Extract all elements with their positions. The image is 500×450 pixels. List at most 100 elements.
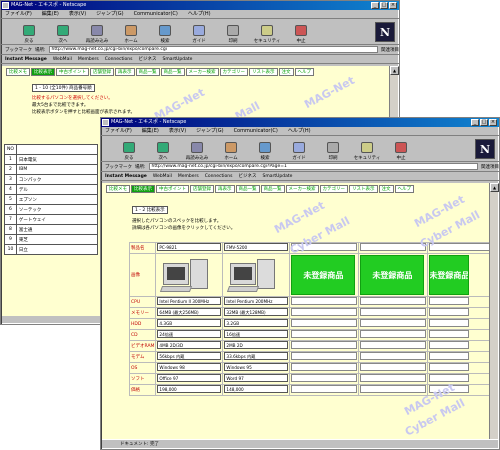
desktop-pc-image[interactable] <box>224 255 288 295</box>
menu-edit[interactable]: 編集(E) <box>42 10 59 18</box>
minimize-button[interactable]: _ <box>371 2 379 9</box>
link-members[interactable]: Members <box>178 174 199 179</box>
reload-button[interactable]: 再読み込み <box>83 20 111 44</box>
tab-product-list-2[interactable]: 商品一覧 <box>160 68 185 76</box>
link-webmail[interactable]: WebMail <box>153 174 172 179</box>
list-item[interactable]: 7 ゲートウェイ <box>4 214 99 225</box>
back-button[interactable]: 戻る <box>15 20 43 44</box>
menu-communicator[interactable]: Communicator(C) <box>134 10 178 18</box>
link-webmail[interactable]: WebMail <box>53 57 72 62</box>
list-item[interactable]: 4 デル <box>4 184 99 195</box>
row-label: CPU <box>128 296 157 308</box>
print-button[interactable]: 印刷 <box>319 137 347 161</box>
tab-used-points[interactable]: 中古ポイント <box>156 185 189 193</box>
related-button[interactable]: 関連項目 <box>381 47 399 53</box>
reload-button[interactable]: 再読み込み <box>183 137 211 161</box>
link-smartupdate[interactable]: SmartUpdate <box>163 57 193 62</box>
menu-edit[interactable]: 編集(E) <box>142 127 159 135</box>
security-button[interactable]: セキュリティ <box>253 20 281 44</box>
search-button[interactable]: 検索 <box>151 20 179 44</box>
scroll-up-arrow-icon[interactable]: ▲ <box>390 66 399 75</box>
watermark: MAG-Net <box>272 198 327 237</box>
guide-button[interactable]: ガイド <box>285 137 313 161</box>
tab-memo[interactable]: 比較メモ <box>6 68 30 76</box>
list-item[interactable]: 10 日立 <box>4 244 99 255</box>
tab-store-register[interactable]: 店舗登録 <box>190 185 214 193</box>
list-item[interactable]: 5 エプソン <box>4 194 99 205</box>
page-select[interactable]: 1 - 10 (全10件) 商品番号順 <box>32 84 95 92</box>
tab-list-view[interactable]: リスト表示 <box>349 185 378 193</box>
url-field[interactable]: http://www.mag-net.co.jp/cgi-bin/expo/co… <box>148 163 478 170</box>
tab-product-list[interactable]: 商品一覧 <box>235 185 260 193</box>
bookmarks-button[interactable]: ブックマーク <box>105 164 132 170</box>
close-button[interactable]: × <box>489 119 497 126</box>
forward-button[interactable]: 次へ <box>49 20 77 44</box>
desktop-pc-image[interactable] <box>157 255 221 295</box>
tab-list-view[interactable]: リスト表示 <box>249 68 278 76</box>
link-business[interactable]: ビジネス <box>139 56 157 62</box>
tab-product-list-2[interactable]: 商品一覧 <box>260 185 285 193</box>
related-button[interactable]: 関連項目 <box>481 164 499 170</box>
link-members[interactable]: Members <box>78 57 99 62</box>
tab-used-points[interactable]: 中古ポイント <box>56 68 89 76</box>
stop-button[interactable]: 中止 <box>387 137 415 161</box>
tab-store-register[interactable]: 店舗登録 <box>90 68 114 76</box>
bookmarks-button[interactable]: ブックマーク <box>5 47 32 53</box>
menu-view[interactable]: 表示(V) <box>169 127 186 135</box>
tab-help[interactable]: ヘルプ <box>294 68 314 76</box>
menu-help[interactable]: ヘルプ(H) <box>288 127 311 135</box>
unregistered-product-placeholder: 未登録商品 <box>291 255 356 295</box>
guide-button[interactable]: ガイド <box>185 20 213 44</box>
close-button[interactable]: × <box>389 2 397 9</box>
maximize-button[interactable]: □ <box>380 2 388 9</box>
menu-view[interactable]: 表示(V) <box>69 10 86 18</box>
link-instant-message[interactable]: Instant Message <box>105 174 147 179</box>
link-instant-message[interactable]: Instant Message <box>5 57 47 62</box>
stop-button[interactable]: 中止 <box>287 20 315 44</box>
tab-category[interactable]: カテゴリー <box>219 68 248 76</box>
home-button[interactable]: ホーム <box>217 137 245 161</box>
back-title-bar[interactable]: MAG-Net - エキスポ - Netscape _ □ × <box>1 1 399 10</box>
forward-button[interactable]: 次へ <box>149 137 177 161</box>
minimize-button[interactable]: _ <box>471 119 479 126</box>
scroll-up-arrow-icon[interactable]: ▲ <box>490 183 499 192</box>
search-button[interactable]: 検索 <box>251 137 279 161</box>
tab-category[interactable]: カテゴリー <box>319 185 348 193</box>
menu-go[interactable]: ジャンプ(G) <box>96 10 123 18</box>
tab-compare[interactable]: 比較表示 <box>31 68 55 76</box>
link-business[interactable]: ビジネス <box>239 173 257 179</box>
tab-maker-search[interactable]: メーカー検索 <box>185 68 219 76</box>
list-item[interactable]: 6 ソーテック <box>4 204 99 215</box>
page-select[interactable]: 1 - 2 比較表示 <box>132 206 168 214</box>
list-item[interactable]: 2 IBM <box>4 164 99 175</box>
back-button[interactable]: 戻る <box>115 137 143 161</box>
menu-file[interactable]: ファイル(F) <box>5 10 32 18</box>
list-item[interactable]: 9 東芝 <box>4 234 99 245</box>
tab-order[interactable]: 注文 <box>378 185 394 193</box>
tab-redisplay[interactable]: 再表示 <box>215 185 235 193</box>
home-button[interactable]: ホーム <box>117 20 145 44</box>
tab-redisplay[interactable]: 再表示 <box>115 68 135 76</box>
tab-help[interactable]: ヘルプ <box>394 185 414 193</box>
list-item[interactable]: 8 富士通 <box>4 224 99 235</box>
link-connections[interactable]: Connections <box>205 174 233 179</box>
list-item[interactable]: 1 日本電気 <box>4 154 99 165</box>
front-title-bar[interactable]: MAG-Net - エキスポ - Netscape _ □ × <box>101 118 499 127</box>
menu-file[interactable]: ファイル(F) <box>105 127 132 135</box>
link-connections[interactable]: Connections <box>105 57 133 62</box>
security-button[interactable]: セキュリティ <box>353 137 381 161</box>
tab-product-list[interactable]: 商品一覧 <box>135 68 160 76</box>
list-item[interactable]: 3 コンパック <box>4 174 99 185</box>
maximize-button[interactable]: □ <box>480 119 488 126</box>
print-button[interactable]: 印刷 <box>219 20 247 44</box>
tab-order[interactable]: 注文 <box>278 68 294 76</box>
tab-memo[interactable]: 比較メモ <box>106 185 130 193</box>
menu-help[interactable]: ヘルプ(H) <box>188 10 211 18</box>
menu-communicator[interactable]: Communicator(C) <box>234 127 278 135</box>
link-smartupdate[interactable]: SmartUpdate <box>263 174 293 179</box>
url-field[interactable]: http://www.mag-net.co.jp/cgi-bin/expo/co… <box>48 46 378 53</box>
tab-compare[interactable]: 比較表示 <box>131 185 155 193</box>
menu-go[interactable]: ジャンプ(G) <box>196 127 223 135</box>
tab-maker-search[interactable]: メーカー検索 <box>285 185 319 193</box>
front-vertical-scrollbar[interactable]: ▲ <box>489 183 499 440</box>
